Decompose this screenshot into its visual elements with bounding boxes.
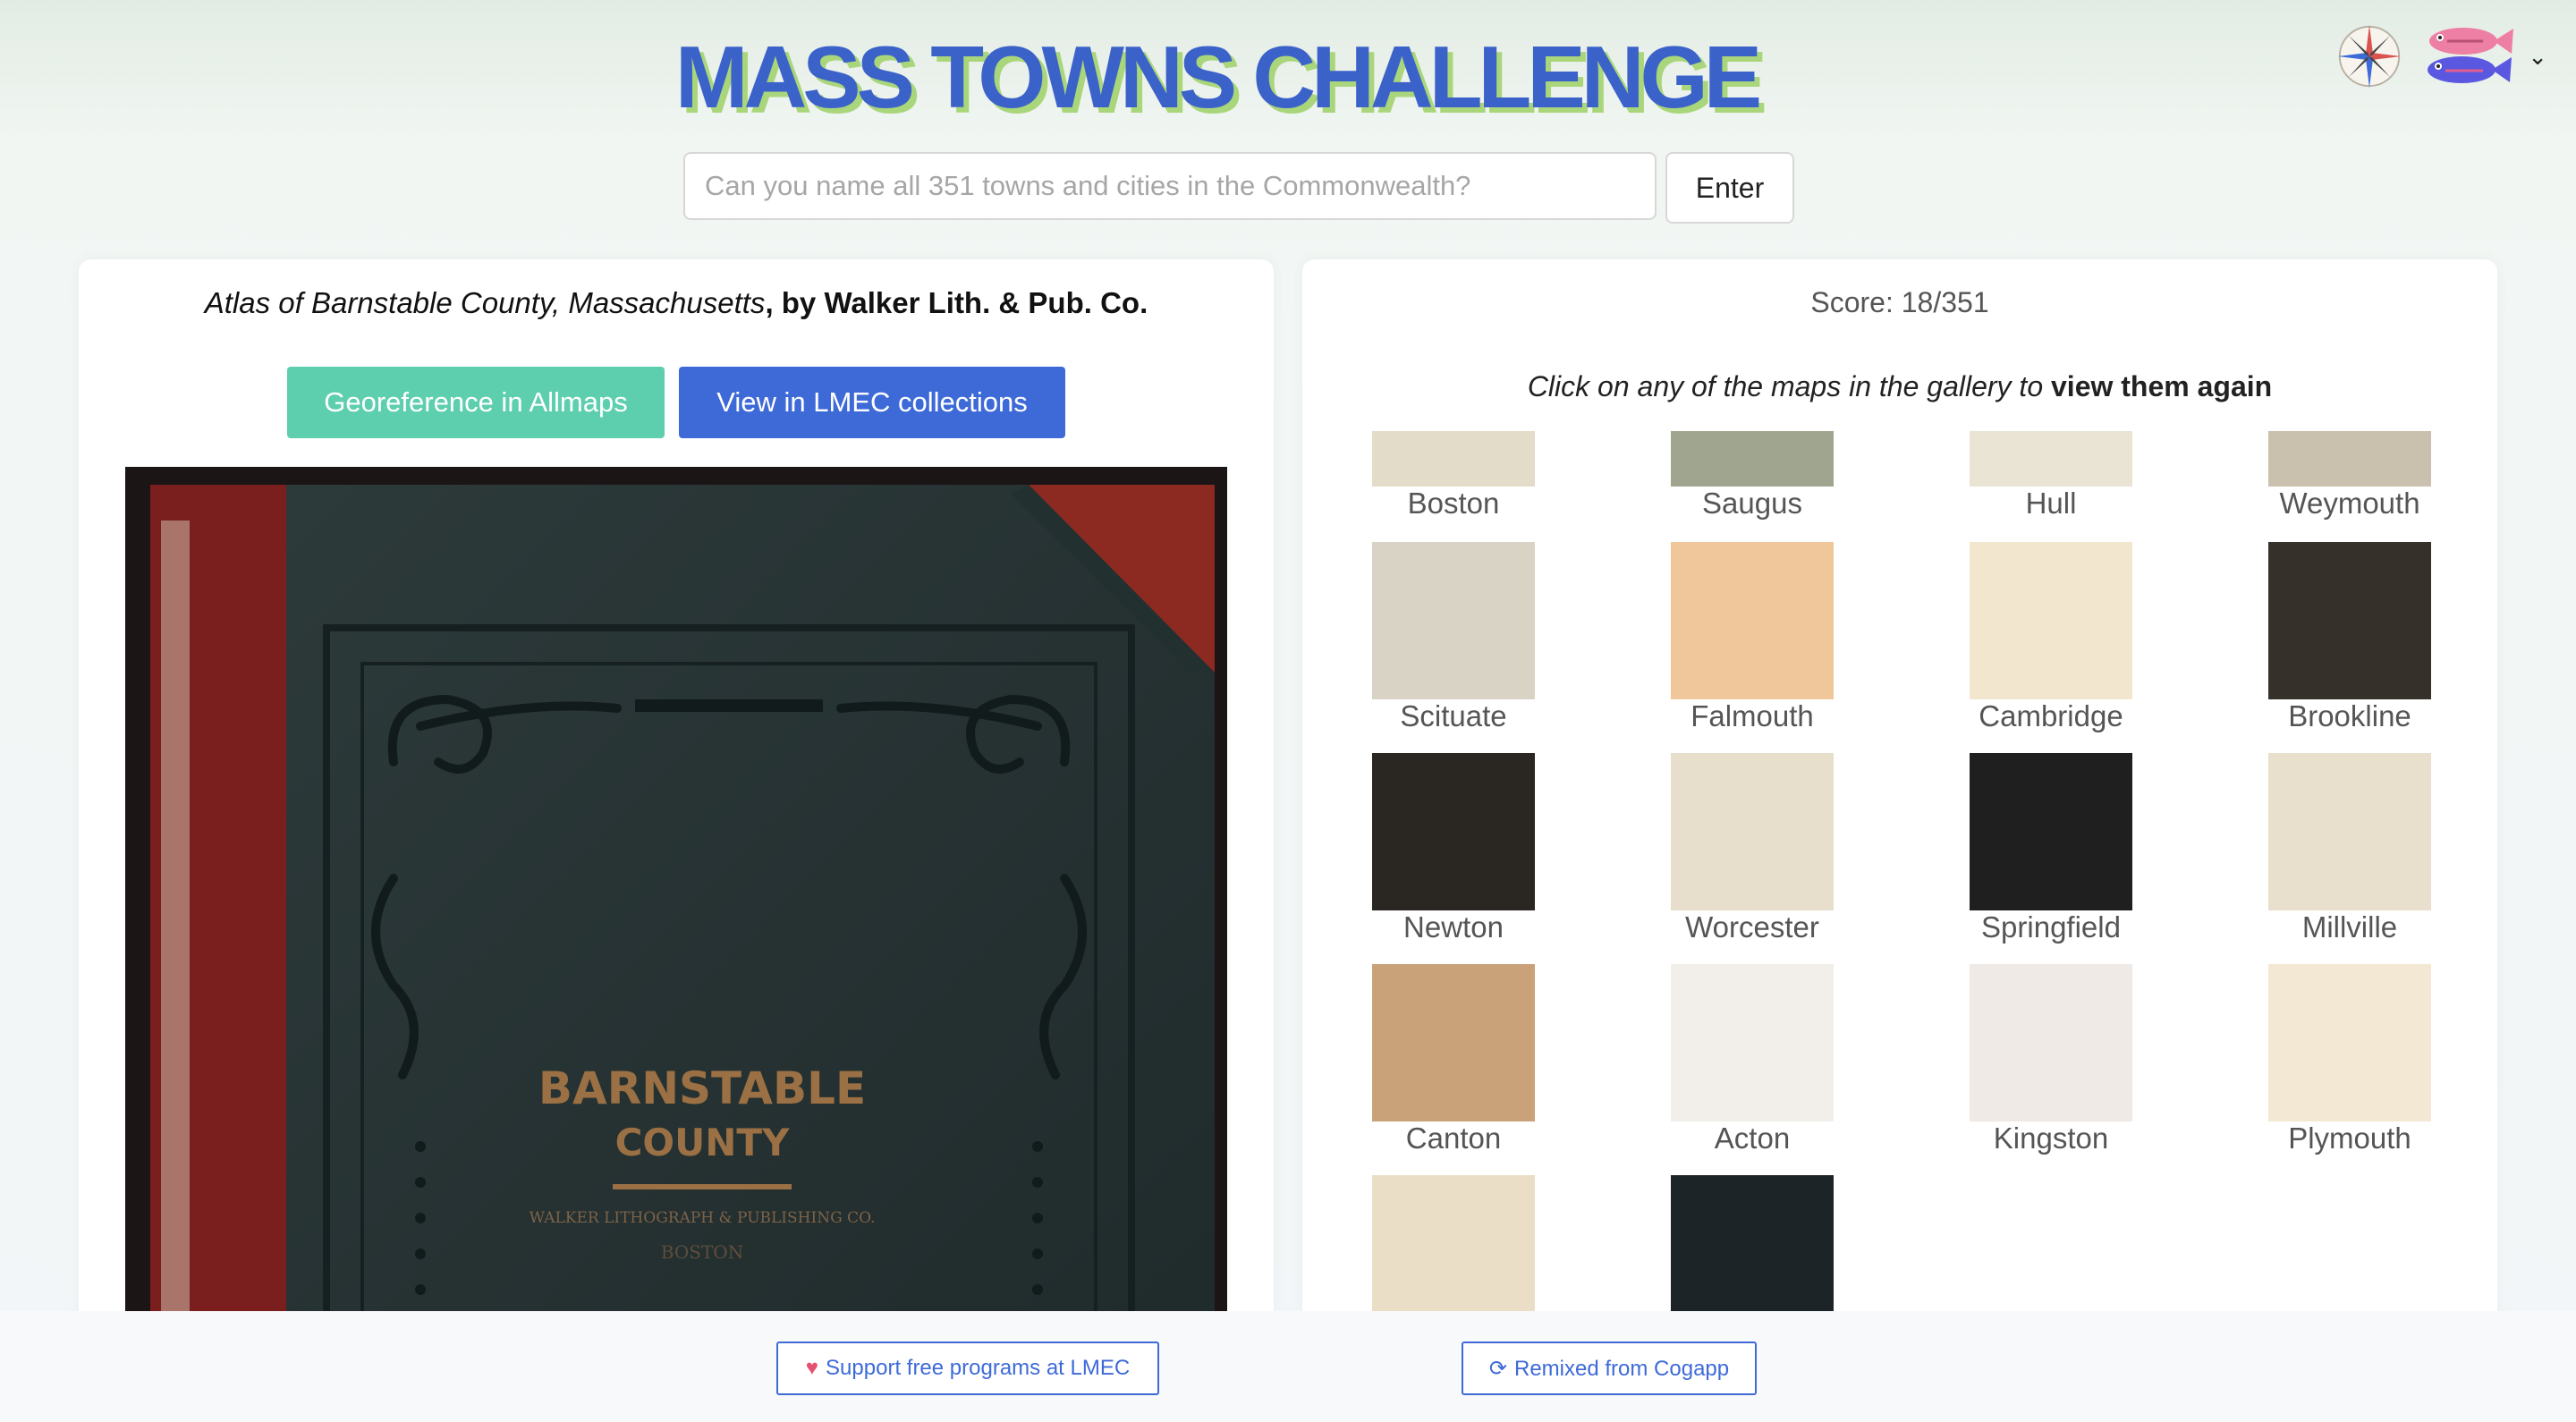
gallery-thumbnail[interactable] — [1970, 964, 2132, 1122]
town-search-input[interactable] — [683, 152, 1657, 220]
gallery-item[interactable]: Weymouth — [2268, 431, 2431, 521]
gallery-item[interactable]: Newton — [1372, 753, 1535, 944]
header-icons: ⌄ — [2334, 20, 2547, 93]
cover-subtitle: COUNTY — [615, 1121, 790, 1164]
cover-city: BOSTON — [661, 1241, 743, 1263]
gallery-thumbnail[interactable] — [1372, 753, 1535, 910]
gallery-item[interactable]: Canton — [1372, 964, 1535, 1155]
gallery-item[interactable]: Hull — [1970, 431, 2132, 521]
gallery-panel: Score: 18/351 Click on any of the maps i… — [1302, 259, 2497, 1422]
gallery-item[interactable]: Springfield — [1970, 753, 2132, 944]
gallery-thumbnail[interactable] — [1372, 964, 1535, 1122]
gallery-thumbnail[interactable] — [1970, 753, 2132, 910]
gallery-item[interactable]: Scituate — [1372, 542, 1535, 733]
map-action-buttons: Georeference in Allmaps View in LMEC col… — [79, 367, 1274, 438]
chevron-down-icon[interactable]: ⌄ — [2528, 43, 2547, 71]
footer: ♥ Support free programs at LMEC ⟳ Remixed … — [0, 1311, 2576, 1422]
enter-button[interactable]: Enter — [1665, 152, 1794, 224]
gallery-item-label: Boston — [1407, 487, 1500, 520]
gallery-item[interactable]: Kingston — [1970, 964, 2132, 1155]
gallery-item-label: Canton — [1405, 1122, 1502, 1155]
gallery-item-label: Newton — [1403, 910, 1504, 944]
gallery-item-label: Falmouth — [1690, 699, 1814, 732]
gallery-thumbnail[interactable] — [1671, 542, 1834, 699]
map-panel: Atlas of Barnstable County, Massachusett… — [79, 259, 1274, 1422]
georeference-button[interactable]: Georeference in Allmaps — [287, 367, 665, 438]
atlas-name: Atlas of Barnstable County, Massachusett… — [204, 286, 766, 319]
gallery-item[interactable] — [1671, 1175, 1834, 1333]
cover-title: BARNSTABLE — [538, 1062, 866, 1114]
gallery-item-label: Saugus — [1702, 487, 1802, 520]
gallery-item-label: Kingston — [1993, 1122, 2109, 1155]
gallery-thumbnail[interactable] — [1671, 431, 1834, 487]
gallery-thumbnail[interactable] — [2268, 431, 2431, 487]
gallery-item-label: Weymouth — [2279, 487, 2420, 520]
gallery-thumbnail[interactable] — [1671, 1175, 1834, 1333]
gallery-item[interactable]: Acton — [1671, 964, 1834, 1155]
gallery-thumbnail[interactable] — [1970, 431, 2132, 487]
view-collections-button[interactable]: View in LMEC collections — [679, 367, 1065, 438]
gallery-item-label: Millville — [2301, 910, 2398, 944]
page-title: MASS TOWNS CHALLENGE — [674, 28, 1762, 126]
gallery-thumbnail[interactable] — [1970, 542, 2132, 699]
gallery-thumbnail[interactable] — [1372, 542, 1535, 699]
remix-cogapp-button[interactable]: ⟳ Remixed from Cogapp — [1462, 1342, 1757, 1395]
compass-icon[interactable] — [2334, 21, 2404, 91]
gallery-item[interactable]: Plymouth — [2268, 964, 2431, 1155]
remix-cogapp-label: Remixed from Cogapp — [1514, 1356, 1730, 1381]
gallery-item-label: Brookline — [2288, 699, 2411, 732]
gallery-item[interactable]: Worcester — [1671, 753, 1834, 944]
gallery-hint-text: Click on any of the maps in the gallery … — [1527, 370, 2051, 402]
gallery-hint-emphasis: view them again — [2051, 370, 2273, 402]
atlas-publisher: , by Walker Lith. & Pub. Co. — [765, 286, 1148, 319]
gallery-item[interactable]: Brookline — [2268, 542, 2431, 733]
gallery-item[interactable]: Millville — [2268, 753, 2431, 944]
gallery-thumbnail[interactable] — [1671, 753, 1834, 910]
support-lmec-button[interactable]: ♥ Support free programs at LMEC — [776, 1342, 1159, 1395]
gallery-item-label: Acton — [1714, 1122, 1791, 1155]
gallery-item[interactable]: Falmouth — [1671, 542, 1834, 733]
gallery-item[interactable]: Boston — [1372, 431, 1535, 521]
gallery-thumbnail[interactable] — [1671, 964, 1834, 1122]
gallery-item-label: Hull — [2025, 487, 2077, 520]
gallery-item-label: Plymouth — [2288, 1122, 2411, 1155]
gallery-thumbnail[interactable] — [1372, 1175, 1535, 1333]
search-bar: Enter — [683, 152, 1794, 224]
gallery-item-label: Cambridge — [1979, 699, 2123, 732]
gallery-item-label: Scituate — [1400, 699, 1507, 732]
atlas-title: Atlas of Barnstable County, Massachusett… — [79, 286, 1274, 320]
support-lmec-label: Support free programs at LMEC — [826, 1356, 1131, 1380]
gallery-thumbnail[interactable] — [2268, 964, 2431, 1122]
gallery-item[interactable]: Saugus — [1671, 431, 1834, 521]
gallery-item-label: Springfield — [1981, 910, 2121, 944]
heart-icon: ♥ — [805, 1356, 819, 1380]
remix-icon: ⟳ — [1488, 1356, 1507, 1381]
cover-publisher: WALKER LITHOGRAPH & PUBLISHING CO. — [530, 1209, 876, 1227]
gallery-hint: Click on any of the maps in the gallery … — [1302, 370, 2497, 403]
gallery-thumbnail[interactable] — [2268, 753, 2431, 910]
fish-logo-icon[interactable] — [2417, 20, 2515, 93]
gallery-thumbnail[interactable] — [2268, 542, 2431, 699]
score-display: Score: 18/351 — [1810, 286, 1989, 318]
map-image[interactable]: BARNSTABLE COUNTY WALKER LITHOGRAPH & PU… — [125, 467, 1227, 1422]
gallery-item[interactable]: Cambridge — [1970, 542, 2132, 733]
gallery-item-label: Worcester — [1685, 910, 1819, 944]
gallery-thumbnail[interactable] — [1372, 431, 1535, 487]
gallery-item[interactable] — [1372, 1175, 1535, 1333]
